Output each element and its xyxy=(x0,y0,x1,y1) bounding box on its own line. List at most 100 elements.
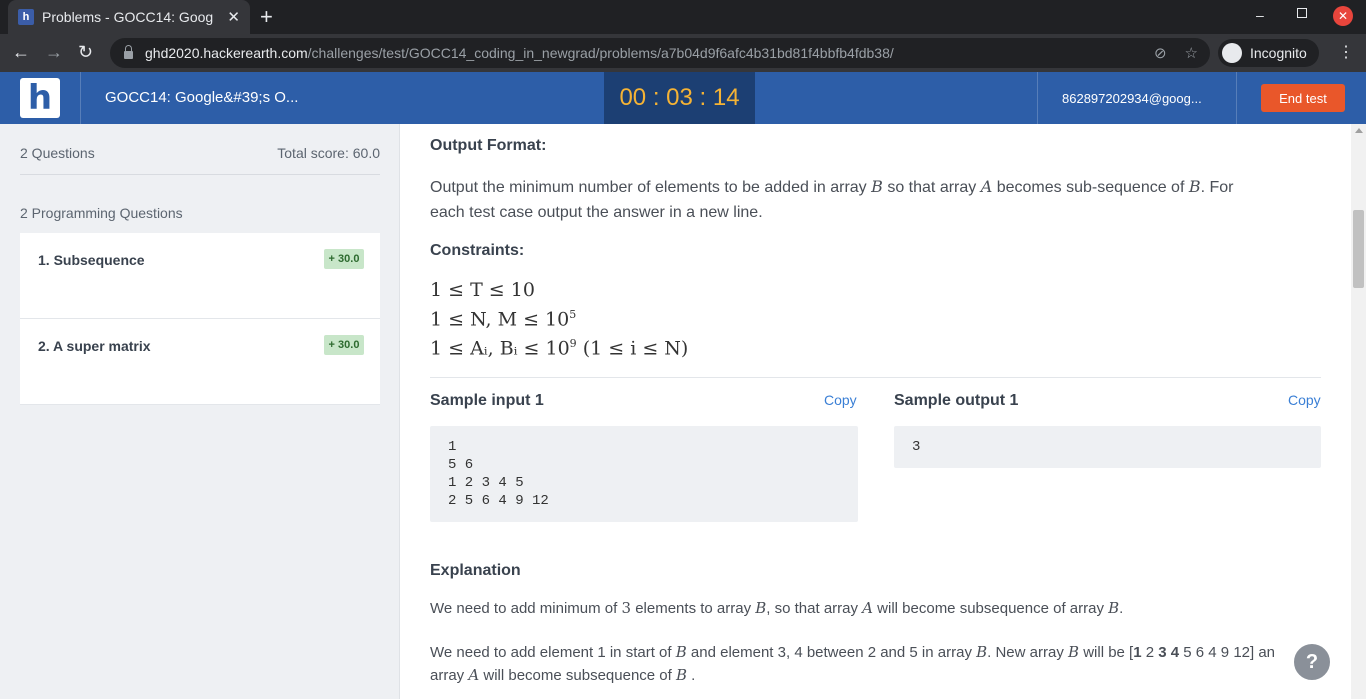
reload-icon[interactable]: ↻ xyxy=(78,42,93,62)
text: . xyxy=(687,667,696,684)
end-test-button[interactable]: End test xyxy=(1261,84,1345,112)
incognito-label: Incognito xyxy=(1250,45,1307,61)
address-bar[interactable]: ghd2020.hackerearth.com/challenges/test/… xyxy=(110,38,1210,68)
math-var: B xyxy=(755,599,767,617)
total-score: Total score: 60.0 xyxy=(277,145,380,161)
bold-text: 1 xyxy=(1133,644,1142,661)
countdown-timer: 00 : 03 : 14 xyxy=(604,72,755,124)
explanation-paragraph-1: We need to add minimum of 3 elements to … xyxy=(430,597,1330,620)
score-badge: + 30.0 xyxy=(324,249,364,269)
browser-tab[interactable]: h Problems - GOCC14: Goog ✕ xyxy=(8,0,250,34)
eye-off-icon[interactable]: ⊘ xyxy=(1154,44,1167,62)
math-var: B xyxy=(1188,177,1201,196)
scroll-thumb[interactable] xyxy=(1353,210,1364,288)
math-exp: 5 xyxy=(569,308,577,321)
header-divider xyxy=(1037,72,1038,124)
copy-input-link[interactable]: Copy xyxy=(824,392,857,408)
header-divider xyxy=(80,72,81,124)
constraint-2: 1 ≤ N, M ≤ 105 xyxy=(430,308,576,330)
contest-title[interactable]: GOCC14: Google&#39;s O... xyxy=(105,89,298,106)
text: will become subsequence of array xyxy=(873,600,1109,617)
window-restore-icon[interactable] xyxy=(1297,8,1307,18)
text: becomes sub-sequence of xyxy=(992,179,1189,196)
section-title: 2 Programming Questions xyxy=(20,205,183,221)
sample-input-block: 1 5 6 1 2 3 4 5 2 5 6 4 9 12 xyxy=(430,426,858,522)
math-var: A xyxy=(980,177,993,196)
url-path: /challenges/test/GOCC14_coding_in_newgra… xyxy=(307,45,894,61)
incognito-indicator[interactable]: Incognito xyxy=(1218,39,1319,67)
sample-output-title: Sample output 1 xyxy=(894,392,1019,409)
math-var: B xyxy=(675,666,687,684)
question-item-subsequence[interactable]: 1. Subsequence + 30.0 xyxy=(20,233,380,319)
question-label: 1. Subsequence xyxy=(38,252,145,268)
text: elements to array xyxy=(631,600,756,617)
url-host: ghd2020.hackerearth.com xyxy=(145,45,308,61)
user-email[interactable]: 862897202934@goog... xyxy=(1062,91,1202,106)
math-var: 3 xyxy=(621,599,632,617)
questions-sidebar: 2 Questions Total score: 60.0 2 Programm… xyxy=(0,124,400,699)
browser-tabbar: h Problems - GOCC14: Goog ✕ + – ✕ xyxy=(0,0,1366,34)
text: . xyxy=(1119,600,1124,617)
math-var: B xyxy=(675,643,687,661)
divider xyxy=(430,377,1321,378)
math: 1 ≤ N, M ≤ 10 xyxy=(430,308,570,331)
app-header: h GOCC14: Google&#39;s O... 00 : 03 : 14… xyxy=(0,72,1366,124)
tab-title: Problems - GOCC14: Goog xyxy=(42,9,214,25)
copy-output-link[interactable]: Copy xyxy=(1288,392,1321,408)
question-label: 2. A super matrix xyxy=(38,338,151,354)
scroll-up-arrow-icon[interactable] xyxy=(1355,128,1363,133)
math-var: A xyxy=(862,599,873,617)
text: We need to add minimum of xyxy=(430,600,622,617)
math-var: B xyxy=(976,643,988,661)
constraints-title: Constraints: xyxy=(430,242,525,259)
explanation-title: Explanation xyxy=(430,562,521,579)
question-count: 2 Questions xyxy=(20,145,95,161)
text: , so that array xyxy=(766,600,863,617)
text: will become subsequence of xyxy=(479,667,676,684)
text: Output the minimum number of elements to… xyxy=(430,179,872,196)
header-divider xyxy=(1236,72,1237,124)
text: 2 xyxy=(1141,644,1159,661)
forward-arrow-icon[interactable]: → xyxy=(45,42,63,62)
text: 5 6 4 9 12] an xyxy=(1179,644,1276,661)
math-var: B xyxy=(1108,599,1120,617)
questions-summary: 2 Questions Total score: 60.0 xyxy=(20,145,380,175)
content-scrollbar[interactable] xyxy=(1351,124,1366,699)
hackerearth-logo[interactable]: h xyxy=(20,78,60,118)
output-format-text: Output the minimum number of elements to… xyxy=(430,174,1330,225)
math-var: B xyxy=(1068,643,1080,661)
output-format-title: Output Format: xyxy=(430,137,547,154)
constraint-3: 1 ≤ Aᵢ, Bᵢ ≤ 109 (1 ≤ i ≤ N) xyxy=(430,337,688,359)
problem-content: Output Format: Output the minimum number… xyxy=(401,124,1351,699)
math-var: A xyxy=(468,666,480,684)
math: 1 ≤ Aᵢ, Bᵢ ≤ 10 xyxy=(430,337,570,360)
browser-menu-icon[interactable]: ⋮ xyxy=(1338,42,1354,62)
window-close-icon[interactable]: ✕ xyxy=(1333,6,1353,26)
help-button[interactable]: ? xyxy=(1292,642,1332,682)
math-exp: 9 xyxy=(569,337,577,350)
sample-output-block: 3 xyxy=(894,426,1321,468)
hackerearth-favicon-icon: h xyxy=(18,9,34,25)
text: array xyxy=(430,667,469,684)
score-badge: + 30.0 xyxy=(324,335,364,355)
bookmark-star-icon[interactable]: ☆ xyxy=(1185,44,1198,62)
text: so that array xyxy=(882,179,981,196)
new-tab-plus-icon[interactable]: + xyxy=(260,5,273,29)
text: and element 3, 4 between 2 and 5 in arra… xyxy=(686,644,977,661)
text: We need to add element 1 in start of xyxy=(430,644,676,661)
window-minimize-icon[interactable]: – xyxy=(1256,7,1264,23)
lock-icon xyxy=(124,45,133,59)
tab-close-icon[interactable]: ✕ xyxy=(227,8,240,26)
explanation-paragraph-2: We need to add element 1 in start of B a… xyxy=(430,641,1325,687)
bold-text: 3 4 xyxy=(1158,644,1180,661)
sample-input-title: Sample input 1 xyxy=(430,392,544,409)
back-arrow-icon[interactable]: ← xyxy=(12,42,30,62)
text: will be [ xyxy=(1079,644,1134,661)
question-item-super-matrix[interactable]: 2. A super matrix + 30.0 xyxy=(20,319,380,405)
constraint-1: 1 ≤ T ≤ 10 xyxy=(430,279,535,301)
text: . New array xyxy=(987,644,1068,661)
text: . For xyxy=(1200,179,1234,196)
incognito-icon xyxy=(1222,43,1242,63)
math: (1 ≤ i ≤ N) xyxy=(576,337,689,360)
browser-toolbar: ← → ↻ ghd2020.hackerearth.com/challenges… xyxy=(0,34,1366,72)
